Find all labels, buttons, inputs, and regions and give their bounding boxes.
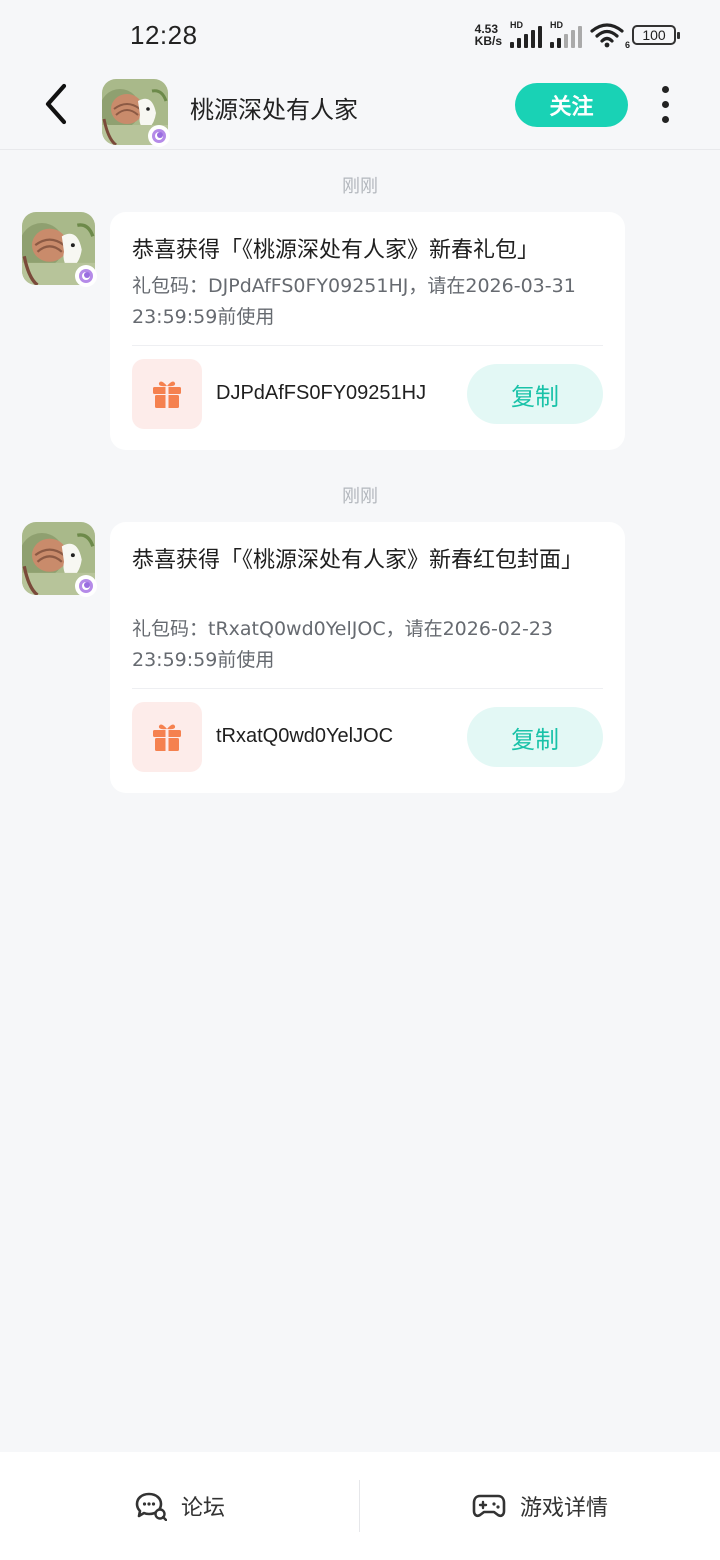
gamepad-icon	[472, 1494, 506, 1518]
verified-badge-icon	[148, 124, 170, 147]
gift-description: 礼包码：tRxatQ0wd0YelJOC，请在2026-02-23 23:59:…	[132, 618, 554, 671]
gift-icon-box	[132, 702, 202, 772]
tab-forum-label: 论坛	[180, 1496, 225, 1521]
status-bar: 12:28 4.53 KB/s HD HD 6 100	[0, 0, 720, 70]
message-time: 刚刚	[342, 176, 378, 197]
card-divider	[132, 345, 603, 346]
gift-description: 礼包码：DJPdAfFS0FY09251HJ，请在2026-03-31 23:5…	[132, 275, 576, 328]
gift-code: tRxatQ0wd0YelJOC	[216, 725, 394, 747]
tab-divider	[359, 1480, 360, 1532]
status-time: 12:28	[130, 19, 198, 50]
net-speed-unit: KB/s	[474, 34, 502, 48]
more-vertical-icon	[661, 85, 669, 93]
gift-icon	[153, 381, 181, 408]
verified-badge-icon	[75, 575, 97, 597]
more-button[interactable]	[652, 84, 678, 124]
message-time: 刚刚	[342, 486, 378, 507]
gift-title: 恭喜获得「《桃源深处有人家》新春礼包」	[132, 238, 540, 263]
tab-game-details-label: 游戏详情	[519, 1496, 608, 1521]
sender-avatar[interactable]	[22, 212, 97, 287]
gift-icon-box	[132, 359, 202, 429]
tab-forum[interactable]: 论坛	[0, 1452, 360, 1560]
gift-code: DJPdAfFS0FY09251HJ	[216, 382, 427, 404]
signal-icon: HD	[510, 20, 542, 48]
page-title: 桃源深处有人家	[190, 96, 358, 124]
game-avatar[interactable]	[102, 78, 170, 147]
copy-button[interactable]: 复制	[467, 364, 603, 424]
wifi-icon: 6	[590, 22, 630, 50]
follow-button[interactable]: 关注	[515, 83, 628, 127]
net-speed: 4.53 KB/s	[475, 23, 502, 47]
battery-icon: 100	[632, 25, 680, 45]
wifi-label: 6	[624, 40, 630, 50]
battery-level: 100	[642, 27, 666, 43]
gift-message-card: 恭喜获得「《桃源深处有人家》新春礼包」 礼包码：DJPdAfFS0FY09251…	[110, 212, 625, 450]
hd-label: HD	[510, 20, 523, 30]
chat-header: 桃源深处有人家 关注	[0, 70, 720, 150]
hd-label-2: HD	[550, 20, 563, 30]
card-divider	[132, 688, 603, 689]
gift-message-card: 恭喜获得「《桃源深处有人家》新春红包封面」 礼包码：tRxatQ0wd0YelJ…	[110, 522, 625, 793]
back-button[interactable]	[36, 83, 76, 125]
forum-chat-icon	[135, 1492, 167, 1521]
verified-badge-icon	[75, 265, 97, 287]
gift-title: 恭喜获得「《桃源深处有人家》新春红包封面」	[132, 548, 584, 573]
copy-button[interactable]: 复制	[467, 707, 603, 767]
sender-avatar[interactable]	[22, 522, 97, 597]
gift-icon	[153, 724, 181, 751]
back-arrow-icon	[45, 83, 67, 125]
signal-icon-2: HD	[550, 20, 582, 48]
bottom-tab-bar: 论坛 游戏详情	[0, 1452, 720, 1560]
status-icons: 4.53 KB/s HD HD 6 100	[475, 20, 680, 50]
tab-game-details[interactable]: 游戏详情	[360, 1452, 720, 1560]
